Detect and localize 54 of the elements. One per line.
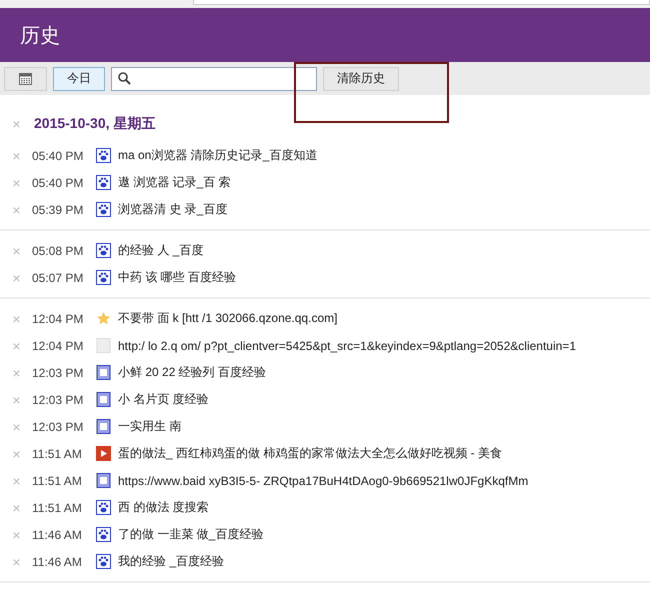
calendar-icon — [19, 72, 32, 84]
calendar-button[interactable] — [4, 66, 47, 90]
history-link[interactable]: https://www.baid xyB3I5-5- ZRQtpa17BuH4tDAog0-9b669521lw0JFgKkqfMm — [118, 474, 528, 488]
date-heading: 2015-10-30, 星期五 — [34, 115, 156, 133]
clear-history-button[interactable]: 清除历史 — [323, 66, 399, 90]
document-icon — [96, 365, 111, 380]
visit-time: 12:04 PM — [32, 338, 84, 352]
visit-time: 05:40 PM — [32, 148, 84, 162]
paw-icon — [96, 202, 111, 217]
history-link[interactable]: http:/ lo 2.q om/ p?pt_clientver=5425&pt_src=1&keyindex=9&ptlang=2052&clientuin=1 — [118, 338, 576, 352]
paw-icon — [96, 270, 111, 285]
search-field[interactable] — [111, 66, 317, 90]
history-link[interactable]: 的经验 人 _百度 — [118, 242, 204, 259]
paw-icon — [96, 554, 111, 569]
history-link[interactable]: 小鲜 20 22 经验列 百度经验 — [118, 364, 266, 381]
search-icon — [118, 72, 131, 85]
history-link[interactable]: 一实用生 南 — [118, 418, 182, 435]
address-bar[interactable] — [193, 0, 650, 5]
visit-time: 12:03 PM — [32, 366, 84, 380]
paw-icon — [96, 243, 111, 258]
document-icon — [96, 392, 111, 407]
history-link[interactable]: 中药 该 哪些 百度经验 — [118, 269, 236, 286]
document-icon — [96, 473, 111, 488]
history-link[interactable]: 不要带 面 k [htt /1 302066.qzone.qq.com] — [118, 310, 338, 327]
visit-time: 12:04 PM — [32, 312, 84, 326]
paw-icon — [96, 175, 111, 190]
visit-time: 05:40 PM — [32, 176, 84, 190]
visit-time: 11:51 AM — [32, 474, 83, 488]
visit-time: 05:07 PM — [32, 270, 84, 284]
visit-time: 11:51 AM — [32, 500, 83, 514]
video-icon — [96, 446, 111, 461]
visit-time: 05:39 PM — [32, 202, 84, 216]
document-icon — [96, 419, 111, 434]
visit-time: 12:03 PM — [32, 392, 84, 406]
visit-time: 11:46 AM — [32, 528, 83, 542]
history-link[interactable]: 了的做 一韭菜 做_百度经验 — [118, 526, 264, 543]
visit-time: 11:46 AM — [32, 554, 83, 568]
history-link[interactable]: 浏览器清 史 录_百度 — [118, 201, 228, 218]
history-link[interactable]: 遨 浏览器 记录_百 索 — [118, 174, 231, 191]
page-title: 历史 — [20, 24, 60, 48]
page-icon — [96, 338, 111, 353]
today-button[interactable]: 今日 — [53, 66, 105, 90]
paw-icon — [96, 527, 111, 542]
history-link[interactable]: 蛋的做法_ 西红柿鸡蛋的做 柿鸡蛋的家常做法大全怎么做好吃视频 - 美食 — [118, 445, 502, 462]
history-link[interactable]: ma on浏览器 清除历史记录_百度知道 — [118, 147, 318, 164]
history-link[interactable]: 小 名片页 度经验 — [118, 391, 209, 408]
history-link[interactable]: 我的经验 _百度经验 — [118, 553, 224, 570]
visit-time: 11:51 AM — [32, 446, 83, 460]
paw-icon — [96, 500, 111, 515]
star-icon — [96, 311, 111, 326]
history-link[interactable]: 西 的做法 度搜索 — [118, 499, 209, 516]
paw-icon — [96, 148, 111, 163]
visit-time: 05:08 PM — [32, 244, 84, 258]
visit-time: 12:03 PM — [32, 420, 84, 434]
